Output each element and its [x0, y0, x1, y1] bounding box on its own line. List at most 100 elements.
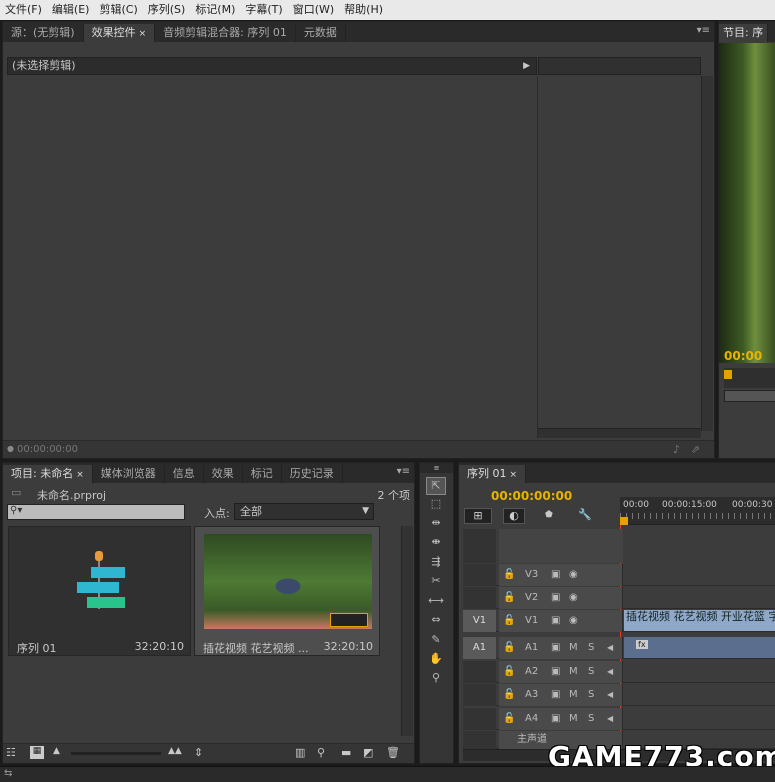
add-marker-icon[interactable]: ⬟: [545, 510, 553, 520]
play-triangle-icon[interactable]: ▶: [523, 58, 530, 74]
track-name[interactable]: V3: [525, 564, 538, 586]
trash-icon[interactable]: 🗑: [386, 746, 400, 759]
voiceover-icon[interactable]: ◀: [607, 661, 613, 683]
track-source-slot[interactable]: [463, 708, 496, 730]
track-source-slot[interactable]: [463, 661, 496, 683]
new-item-icon[interactable]: ◩: [363, 746, 373, 759]
menu-marker[interactable]: 标记(M): [190, 0, 240, 20]
solo-button[interactable]: S: [588, 637, 594, 659]
track-name[interactable]: A1: [525, 637, 538, 659]
audio-clip[interactable]: fx: [624, 637, 775, 658]
ripple-edit-tool-icon[interactable]: ⇹: [426, 516, 446, 534]
sync-lock-icon[interactable]: ▣: [551, 610, 560, 632]
panel-menu-icon[interactable]: ▾≡: [697, 25, 710, 36]
tab-program[interactable]: 节目: 序: [719, 24, 769, 42]
track-source-slot[interactable]: [463, 684, 496, 706]
time-ruler[interactable]: 00:00 00:00:15:00 00:00:30: [620, 497, 775, 525]
lock-icon[interactable]: 🔓: [503, 661, 515, 683]
project-item-sequence[interactable]: 序列 01 32:20:10: [8, 526, 191, 656]
tab-history[interactable]: 历史记录: [282, 465, 343, 483]
track-name[interactable]: V1: [525, 610, 538, 632]
solo-button[interactable]: S: [588, 684, 594, 706]
hand-tool-icon[interactable]: ✋: [426, 652, 446, 670]
close-icon[interactable]: ×: [139, 29, 147, 39]
eye-icon[interactable]: ◉: [569, 587, 578, 609]
mute-button[interactable]: M: [569, 637, 578, 659]
mute-button[interactable]: M: [569, 708, 578, 730]
tab-effect-controls[interactable]: 效果控件 ×: [83, 24, 156, 42]
tab-metadata[interactable]: 元数据: [296, 24, 346, 42]
voiceover-icon[interactable]: ◀: [607, 708, 613, 730]
tab-audio-mixer[interactable]: 音频剪辑混合器: 序列 01: [155, 24, 296, 42]
sync-lock-icon[interactable]: ▣: [551, 684, 560, 706]
menu-help[interactable]: 帮助(H): [339, 0, 388, 20]
slide-tool-icon[interactable]: ⇔: [426, 613, 446, 631]
rate-stretch-tool-icon[interactable]: ⇶: [426, 555, 446, 573]
eye-icon[interactable]: ◉: [569, 564, 578, 586]
sort-icon[interactable]: ⇕: [194, 746, 203, 759]
tab-markers[interactable]: 标记: [243, 465, 282, 483]
track-name[interactable]: V2: [525, 587, 538, 609]
timeline-timecode[interactable]: 00:00:00:00: [491, 489, 572, 503]
menu-title[interactable]: 字幕(T): [240, 0, 287, 20]
bin-icon[interactable]: ▥: [295, 746, 305, 759]
sync-lock-icon[interactable]: ▣: [551, 637, 560, 659]
solo-button[interactable]: S: [588, 661, 594, 683]
track-name[interactable]: A2: [525, 661, 538, 683]
track-select-tool-icon[interactable]: ⬚: [426, 497, 446, 515]
program-playhead-icon[interactable]: [724, 370, 732, 379]
sync-lock-icon[interactable]: ▣: [551, 587, 560, 609]
solo-button[interactable]: S: [588, 708, 594, 730]
menu-window[interactable]: 窗口(W): [288, 0, 339, 20]
slip-tool-icon[interactable]: ⟷: [426, 594, 446, 612]
voiceover-icon[interactable]: ◀: [607, 637, 613, 659]
search-input[interactable]: ⚲▾: [7, 504, 185, 520]
lock-icon[interactable]: 🔓: [503, 708, 515, 730]
mute-button[interactable]: M: [569, 684, 578, 706]
menu-sequence[interactable]: 序列(S): [143, 0, 191, 20]
vertical-scrollbar[interactable]: [701, 76, 713, 431]
list-view-icon[interactable]: ☷: [6, 746, 16, 759]
track-source-slot[interactable]: [463, 564, 496, 586]
lock-icon[interactable]: 🔓: [503, 564, 515, 586]
zoom-slider[interactable]: [71, 752, 161, 755]
vertical-scrollbar[interactable]: [401, 526, 413, 736]
zoom-tool-icon[interactable]: ⚲: [426, 671, 446, 689]
video-clip[interactable]: 插花视频 花艺视频 开业花篮 字: [624, 610, 775, 631]
settings-wrench-icon[interactable]: 🔧: [578, 508, 592, 521]
voiceover-icon[interactable]: ◀: [607, 684, 613, 706]
menu-clip[interactable]: 剪辑(C): [94, 0, 142, 20]
sync-lock-icon[interactable]: ▣: [551, 708, 560, 730]
track-name[interactable]: A3: [525, 684, 538, 706]
sync-lock-icon[interactable]: ▣: [551, 661, 560, 683]
horizontal-scrollbar[interactable]: [538, 428, 701, 438]
tab-media-browser[interactable]: 媒体浏览器: [93, 465, 165, 483]
export-icon[interactable]: ⇗: [691, 443, 700, 456]
rolling-edit-tool-icon[interactable]: ⇼: [426, 535, 446, 553]
lock-icon[interactable]: 🔓: [503, 637, 515, 659]
tab-sequence[interactable]: 序列 01 ×: [459, 465, 527, 483]
lock-icon[interactable]: 🔓: [503, 684, 515, 706]
tab-info[interactable]: 信息: [165, 465, 204, 483]
razor-tool-icon[interactable]: ✂: [426, 574, 446, 592]
menu-file[interactable]: 文件(F): [0, 0, 47, 20]
panel-menu-icon[interactable]: ▾≡: [397, 466, 410, 477]
tab-source[interactable]: 源：(无剪辑): [3, 24, 84, 42]
linked-selection-icon[interactable]: ◐: [503, 508, 525, 524]
selection-tool-icon[interactable]: ⇱: [426, 477, 446, 495]
track-name[interactable]: A4: [525, 708, 538, 730]
icon-view-icon[interactable]: ▦: [30, 746, 44, 759]
close-icon[interactable]: ×: [510, 470, 518, 480]
find-icon[interactable]: ⚲: [317, 746, 325, 759]
inpoint-select[interactable]: 全部 ▼: [234, 503, 374, 520]
new-bin-icon[interactable]: ▬: [341, 746, 351, 759]
track-source-v1[interactable]: V1: [463, 610, 496, 632]
tab-effects[interactable]: 效果: [204, 465, 243, 483]
close-icon[interactable]: ×: [76, 470, 84, 480]
eye-icon[interactable]: ◉: [569, 610, 578, 632]
track-source-slot[interactable]: [463, 587, 496, 609]
tab-project[interactable]: 项目: 未命名 ×: [3, 465, 93, 483]
track-source-a1[interactable]: A1: [463, 637, 496, 659]
lock-icon[interactable]: 🔓: [503, 587, 515, 609]
export-audio-icon[interactable]: ♪: [673, 443, 680, 456]
